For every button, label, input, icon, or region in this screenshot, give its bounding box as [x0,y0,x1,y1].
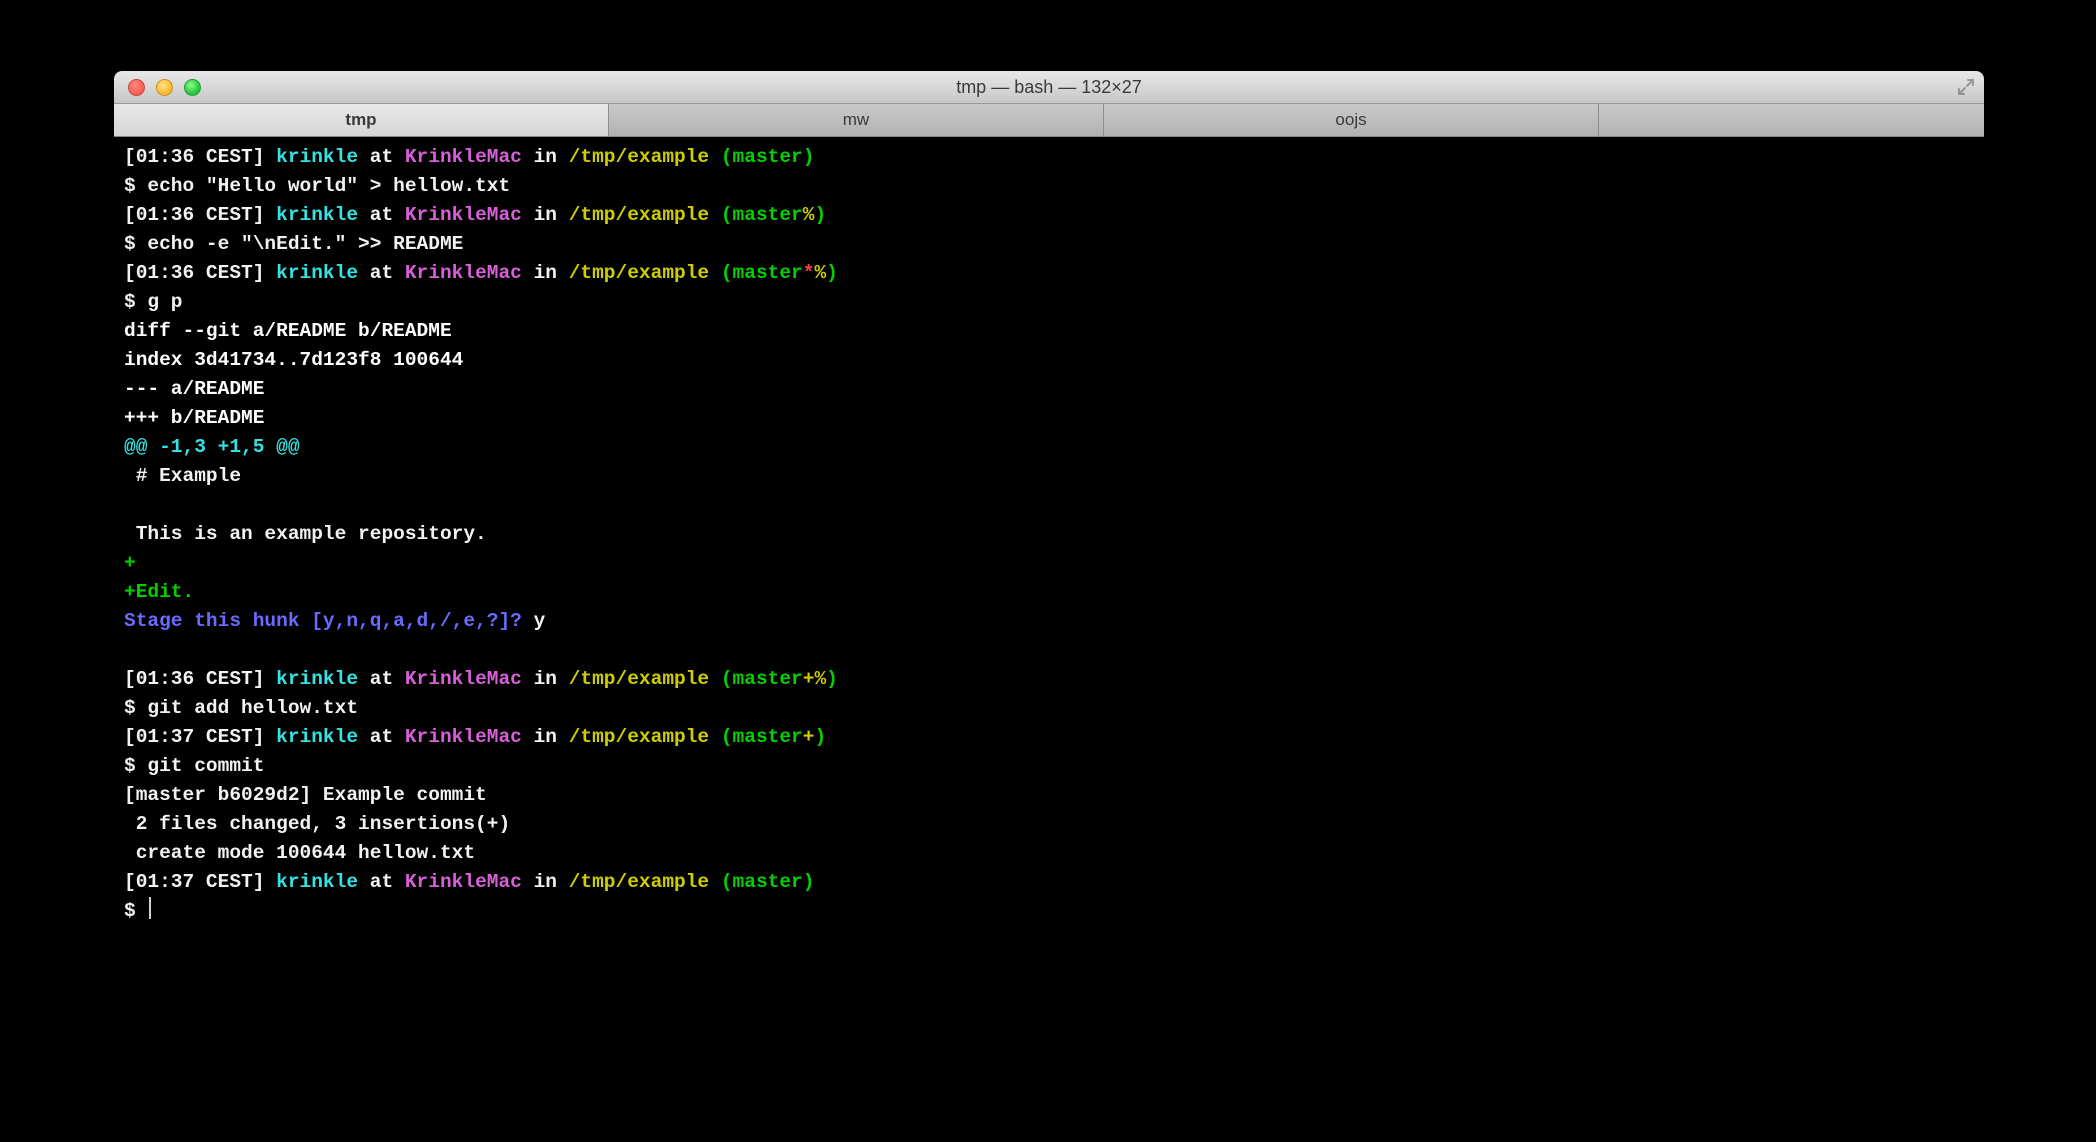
prompt-line: [01:36 CEST] krinkle at KrinkleMac in /t… [124,143,1974,172]
tab-filler [1599,104,1984,136]
diff-header: +++ b/README [124,404,1974,433]
command-line: $ echo -e "\nEdit." >> README [124,230,1974,259]
tab-tmp[interactable]: tmp [114,104,609,136]
window-title-bar[interactable]: tmp — bash — 132×27 [114,71,1984,104]
diff-header: diff --git a/README b/README [124,317,1974,346]
diff-hunk: @@ -1,3 +1,5 @@ [124,433,1974,462]
command-line: $ echo "Hello world" > hellow.txt [124,172,1974,201]
prompt-line: [01:36 CEST] krinkle at KrinkleMac in /t… [124,665,1974,694]
minimize-button[interactable] [156,79,173,96]
traffic-lights [128,79,201,96]
tab-label: tmp [345,110,376,130]
tab-mw[interactable]: mw [609,104,1104,136]
cursor-icon [149,897,151,919]
prompt-line: [01:36 CEST] krinkle at KrinkleMac in /t… [124,201,1974,230]
stage-prompt: Stage this hunk [y,n,q,a,d,/,e,?]? y [124,607,1974,636]
command-line: $ g p [124,288,1974,317]
diff-add: + [124,549,1974,578]
prompt-line: [01:37 CEST] krinkle at KrinkleMac in /t… [124,723,1974,752]
diff-context: This is an example repository. [124,520,1974,549]
prompt-line: [01:36 CEST] krinkle at KrinkleMac in /t… [124,259,1974,288]
diff-context [124,491,1974,520]
close-button[interactable] [128,79,145,96]
terminal-window: tmp — bash — 132×27 tmp mw oojs [01:36 C… [114,71,1984,1007]
tab-label: mw [843,110,869,130]
terminal-body[interactable]: [01:36 CEST] krinkle at KrinkleMac in /t… [114,137,1984,1007]
diff-context: # Example [124,462,1974,491]
diff-add: +Edit. [124,578,1974,607]
zoom-button[interactable] [184,79,201,96]
command-line: $ git commit [124,752,1974,781]
window-title: tmp — bash — 132×27 [114,77,1984,98]
output-line: [master b6029d2] Example commit [124,781,1974,810]
output-line: 2 files changed, 3 insertions(+) [124,810,1974,839]
command-line: $ git add hellow.txt [124,694,1974,723]
tab-bar: tmp mw oojs [114,104,1984,137]
command-line[interactable]: $ [124,897,1974,926]
diff-header: --- a/README [124,375,1974,404]
prompt-line: [01:37 CEST] krinkle at KrinkleMac in /t… [124,868,1974,897]
tab-label: oojs [1335,110,1366,130]
tab-oojs[interactable]: oojs [1104,104,1599,136]
blank-line [124,636,1974,665]
output-line: create mode 100644 hellow.txt [124,839,1974,868]
diff-header: index 3d41734..7d123f8 100644 [124,346,1974,375]
fullscreen-icon[interactable] [1956,77,1976,97]
